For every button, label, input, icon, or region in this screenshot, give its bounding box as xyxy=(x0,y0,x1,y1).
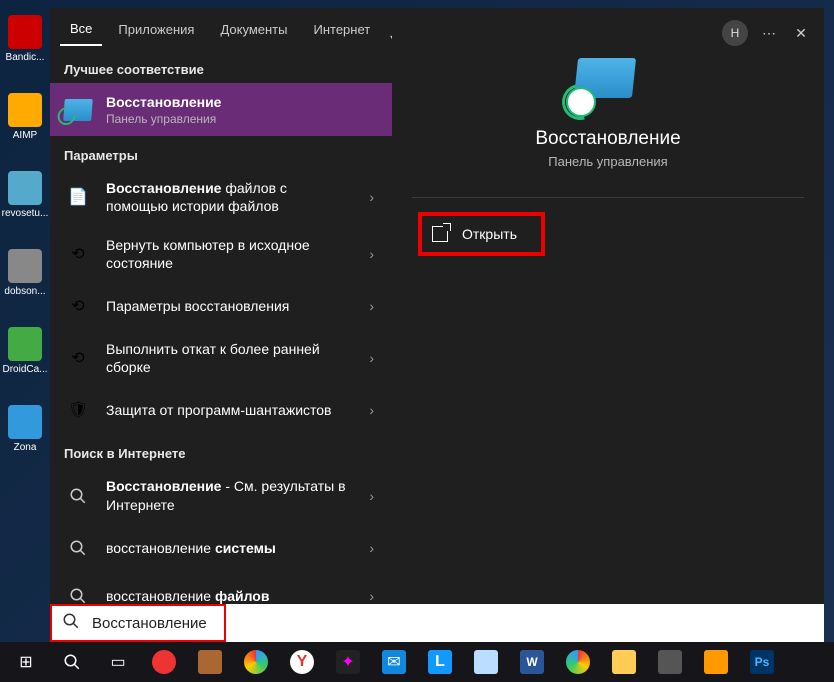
chevron-right-icon: › xyxy=(365,298,378,314)
open-external-icon xyxy=(432,226,448,242)
task-view-button[interactable]: ▭ xyxy=(96,644,140,680)
taskbar-app-office[interactable] xyxy=(464,644,508,680)
result-setting-file-history[interactable]: 📄 Восстановление файлов с помощью истори… xyxy=(50,169,392,225)
close-button[interactable]: ✕ xyxy=(790,25,812,42)
search-icon xyxy=(64,482,92,510)
search-results-panel: Все Приложения Документы Интернет Другие… xyxy=(50,8,824,606)
taskbar-app-browser[interactable] xyxy=(234,644,278,680)
taskbar-app-photoshop[interactable]: Ps xyxy=(740,644,784,680)
result-best-match[interactable]: Восстановление Панель управления xyxy=(50,83,392,136)
user-avatar[interactable]: Н xyxy=(722,20,748,46)
section-best-match: Лучшее соответствие xyxy=(50,50,392,83)
taskbar-app-yandex[interactable]: Y xyxy=(280,644,324,680)
chevron-right-icon: › xyxy=(365,350,378,366)
taskbar: ⊞ ▭ Y ✦ ✉ L W Ps xyxy=(0,642,834,682)
desktop-icon[interactable]: AIMP xyxy=(0,93,50,141)
taskbar-app-terminal[interactable] xyxy=(648,644,692,680)
search-icon xyxy=(62,612,80,635)
preview-subtitle: Панель управления xyxy=(548,154,667,169)
recovery-icon xyxy=(64,96,92,124)
chevron-right-icon: › xyxy=(365,246,378,262)
chevron-right-icon: › xyxy=(365,402,378,418)
search-results-list: Все Приложения Документы Интернет Другие… xyxy=(50,8,392,606)
search-tabs: Все Приложения Документы Интернет Другие… xyxy=(50,8,392,50)
taskbar-app-opera[interactable] xyxy=(142,644,186,680)
desktop-icon[interactable]: Bandic... xyxy=(0,15,50,63)
search-box[interactable] xyxy=(50,604,824,642)
preview-title: Восстановление xyxy=(535,128,680,150)
taskbar-app-mail[interactable]: ✉ xyxy=(372,644,416,680)
more-options-button[interactable]: ⋯ xyxy=(758,25,780,42)
chevron-right-icon: › xyxy=(365,588,378,604)
taskbar-app-explorer[interactable] xyxy=(602,644,646,680)
taskbar-app-chrome[interactable] xyxy=(556,644,600,680)
tab-docs[interactable]: Документы xyxy=(210,14,297,45)
recovery-large-icon xyxy=(576,58,640,112)
taskbar-app-l[interactable]: L xyxy=(418,644,462,680)
result-setting-reset-pc[interactable]: ⟲ Вернуть компьютер в исходное состояние… xyxy=(50,226,392,282)
search-input[interactable] xyxy=(92,615,824,632)
desktop-icon[interactable]: DroidCa... xyxy=(0,327,50,375)
search-preview-pane: Восстановление Панель управления Открыть xyxy=(392,8,824,606)
rollback-icon: ⟲ xyxy=(64,344,92,372)
tab-web[interactable]: Интернет xyxy=(303,14,380,45)
taskbar-app-tiles[interactable]: ✦ xyxy=(326,644,370,680)
result-setting-ransomware[interactable]: 🛡 Защита от программ-шантажистов › xyxy=(50,386,392,434)
start-button[interactable]: ⊞ xyxy=(4,644,48,680)
desktop-icon[interactable]: Zona xyxy=(0,405,50,453)
chevron-right-icon: › xyxy=(365,540,378,556)
desktop-icons-column: Bandic... AIMP revosetu... dobson... Dro… xyxy=(0,0,50,453)
recovery-options-icon: ⟲ xyxy=(64,292,92,320)
desktop-icon[interactable]: revosetu... xyxy=(0,171,50,219)
result-web-general[interactable]: Восстановление - См. результаты в Интерн… xyxy=(50,467,392,523)
section-settings: Параметры xyxy=(50,136,392,169)
reset-pc-icon: ⟲ xyxy=(64,240,92,268)
open-button[interactable]: Открыть xyxy=(418,212,545,256)
result-web-system[interactable]: восстановление системы › xyxy=(50,524,392,572)
chevron-right-icon: › xyxy=(365,189,378,205)
tab-apps[interactable]: Приложения xyxy=(108,14,204,45)
file-history-icon: 📄 xyxy=(64,183,92,211)
result-setting-rollback[interactable]: ⟲ Выполнить откат к более ранней сборке … xyxy=(50,330,392,386)
desktop-icon[interactable]: dobson... xyxy=(0,249,50,297)
result-setting-recovery-options[interactable]: ⟲ Параметры восстановления › xyxy=(50,282,392,330)
taskbar-app-sublime[interactable] xyxy=(694,644,738,680)
chevron-right-icon: › xyxy=(365,488,378,504)
taskbar-search-button[interactable] xyxy=(50,644,94,680)
section-web-search: Поиск в Интернете xyxy=(50,434,392,467)
search-icon xyxy=(64,534,92,562)
divider xyxy=(412,197,804,198)
shield-icon: 🛡 xyxy=(64,396,92,424)
taskbar-app-word[interactable]: W xyxy=(510,644,554,680)
taskbar-app-library[interactable] xyxy=(188,644,232,680)
tab-all[interactable]: Все xyxy=(60,13,102,46)
